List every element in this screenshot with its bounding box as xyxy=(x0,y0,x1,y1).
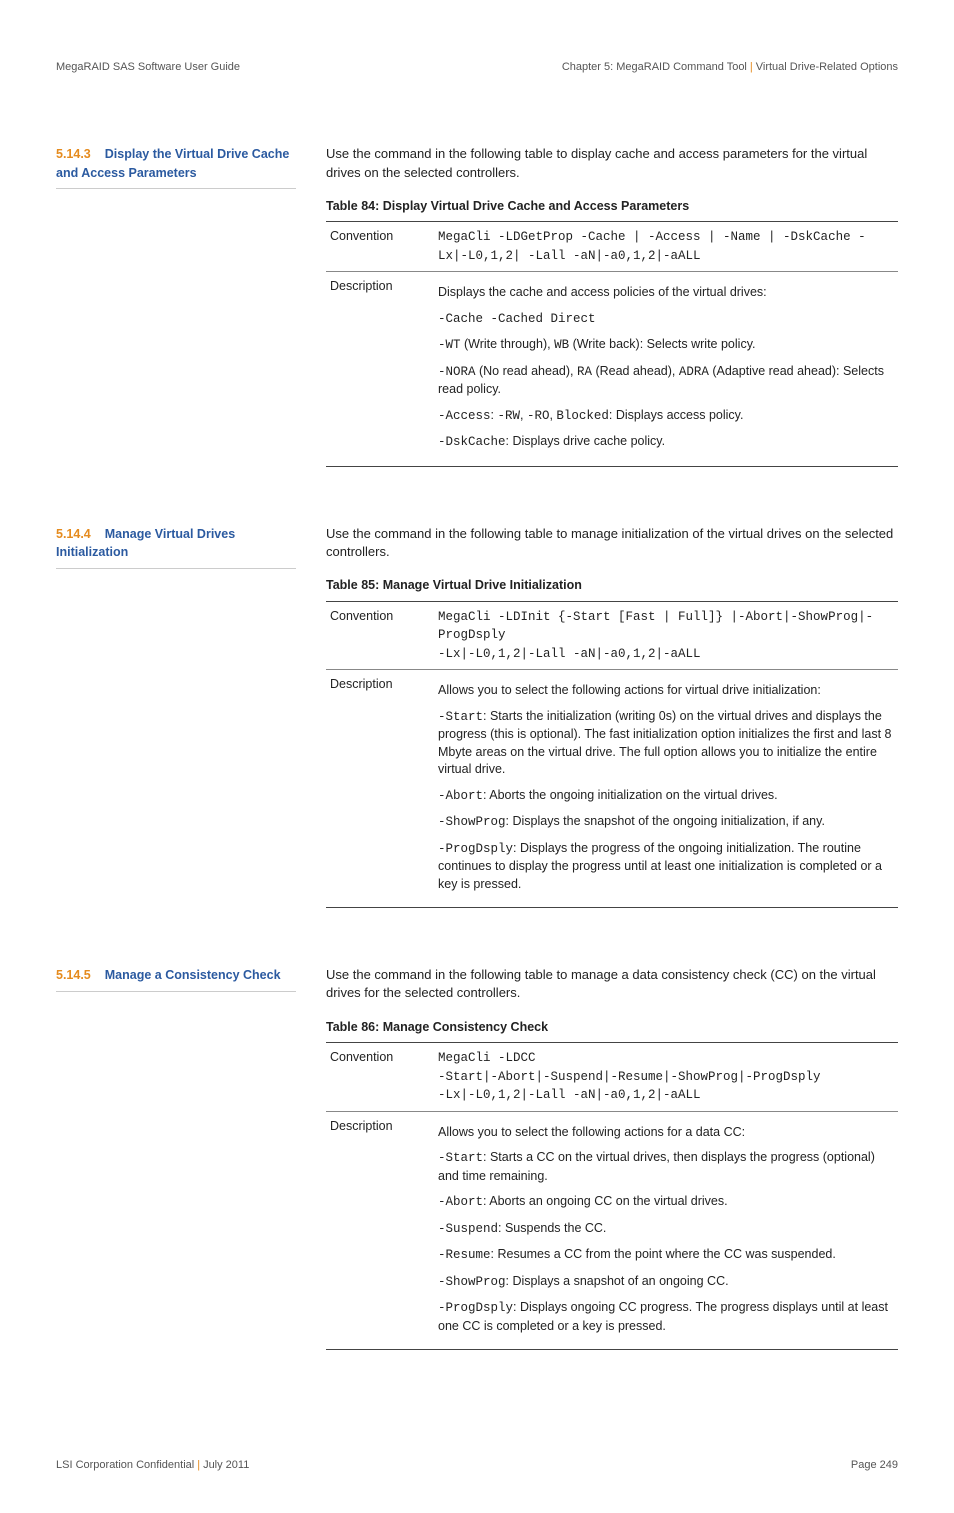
table-caption: Table 86: Manage Consistency Check xyxy=(326,1019,898,1037)
table-row-label: Convention xyxy=(326,601,434,670)
table-row-value: MegaCli -LDCC-Start|-Abort|-Suspend|-Res… xyxy=(434,1043,898,1112)
section-body: Use the command in the following table t… xyxy=(326,525,898,908)
convention-table: ConventionMegaCli -LDInit {-Start [Fast … xyxy=(326,601,898,909)
section-body: Use the command in the following table t… xyxy=(326,966,898,1350)
table-row-value: Displays the cache and access policies o… xyxy=(434,272,898,467)
footer-left: LSI Corporation Confidential|July 2011 xyxy=(56,1458,249,1473)
section-intro: Use the command in the following table t… xyxy=(326,525,898,561)
section-heading: 5.14.3Display the Virtual Drive Cacheand… xyxy=(56,145,296,466)
table-row-label: Convention xyxy=(326,1043,434,1112)
table-row-value: Allows you to select the following actio… xyxy=(434,1111,898,1350)
section-intro: Use the command in the following table t… xyxy=(326,145,898,181)
table-row-label: Description xyxy=(326,1111,434,1350)
footer-right: Page 249 xyxy=(851,1458,898,1473)
page-footer: LSI Corporation Confidential|July 2011 P… xyxy=(56,1458,898,1473)
header-left: MegaRAID SAS Software User Guide xyxy=(56,60,240,75)
convention-table: ConventionMegaCli -LDCC-Start|-Abort|-Su… xyxy=(326,1042,898,1350)
table-row-label: Description xyxy=(326,670,434,908)
table-row-value: MegaCli -LDGetProp -Cache | -Access | -N… xyxy=(434,222,898,272)
table-row-value: MegaCli -LDInit {-Start [Fast | Full]} |… xyxy=(434,601,898,670)
table-caption: Table 85: Manage Virtual Drive Initializ… xyxy=(326,577,898,595)
table-row-label: Convention xyxy=(326,222,434,272)
header-right: Chapter 5: MegaRAID Command Tool|Virtual… xyxy=(562,60,898,75)
table-row-label: Description xyxy=(326,272,434,467)
table-row-value: Allows you to select the following actio… xyxy=(434,670,898,908)
section-intro: Use the command in the following table t… xyxy=(326,966,898,1002)
table-caption: Table 84: Display Virtual Drive Cache an… xyxy=(326,198,898,216)
convention-table: ConventionMegaCli -LDGetProp -Cache | -A… xyxy=(326,221,898,467)
section-body: Use the command in the following table t… xyxy=(326,145,898,466)
page-header: MegaRAID SAS Software User Guide Chapter… xyxy=(56,60,898,75)
section-heading: 5.14.4Manage Virtual DrivesInitializatio… xyxy=(56,525,296,908)
section-heading: 5.14.5Manage a Consistency Check xyxy=(56,966,296,1350)
